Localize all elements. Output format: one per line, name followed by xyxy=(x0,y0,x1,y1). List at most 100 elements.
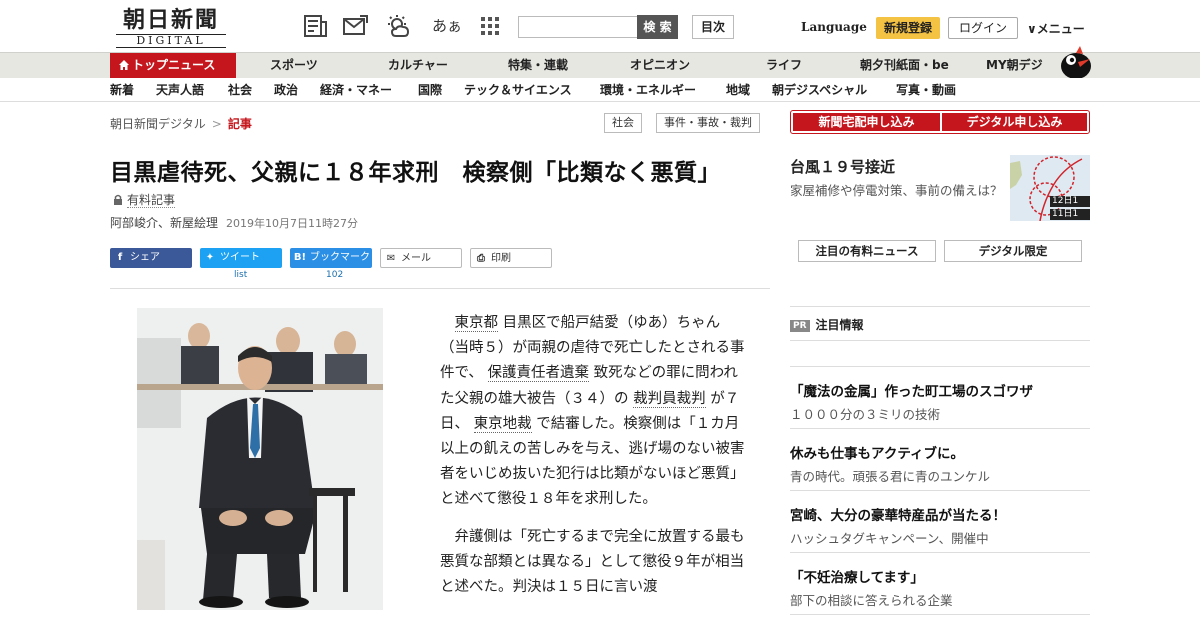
pr-item[interactable]: 「不妊治療してます」 部下の相談に答えられる企業 xyxy=(790,566,1090,609)
article-headline: 目黒虐待死、父親に１８年求刑 検察側「比類なく悪質」 xyxy=(110,160,721,186)
twitter-share-button[interactable]: ✦ ツイート xyxy=(200,248,282,268)
typhoon-headline[interactable]: 台風１９号接近 xyxy=(790,156,895,177)
courtroom-sketch-illustration[interactable] xyxy=(137,308,383,610)
tab-paid-news[interactable]: 注目の有料ニュース xyxy=(798,240,936,262)
sidebar-divider xyxy=(790,340,1090,341)
pr-item-desc: 部下の相談に答えられる企業 xyxy=(790,593,953,608)
pr-item[interactable]: 宮崎、大分の豪華特産品が当たる！ ハッシュタグキャンペーン、開催中 xyxy=(790,504,1090,547)
breadcrumb-home[interactable]: 朝日新聞デジタル xyxy=(110,117,206,131)
typhoon-map[interactable]: 12日1 11日1 xyxy=(1010,155,1090,221)
map-label-11: 11日1 xyxy=(1050,209,1090,220)
subnav-politics[interactable]: 政治 xyxy=(274,78,298,102)
sub-nav: 新着 天声人語 社会 政治 経済・マネー 国際 テック＆サイエンス 環境・エネル… xyxy=(0,78,1200,102)
subnav-economy[interactable]: 経済・マネー xyxy=(320,78,392,102)
subnav-photo-video[interactable]: 写真・動画 xyxy=(896,78,956,102)
mail-news-icon[interactable] xyxy=(342,14,368,38)
pr-item-title: 休みも仕事もアクティブに。 xyxy=(790,446,965,462)
link-hogo-sekininsha-iki[interactable]: 保護責任者遺棄 xyxy=(487,365,590,383)
tag-incident[interactable]: 事件・事故・裁判 xyxy=(656,113,760,133)
pr-item[interactable]: 「魔法の金属」作った町工場のスゴワザ １０００分の３ミリの技術 xyxy=(790,380,1090,423)
newspaper-subscribe-button[interactable]: 新聞宅配申し込み xyxy=(793,113,940,131)
paid-label-text[interactable]: 有料記事 xyxy=(127,193,176,208)
link-tokyo[interactable]: 東京都 xyxy=(454,315,498,332)
hatena-bookmark-button[interactable]: B! ブックマーク xyxy=(290,248,372,268)
nav-newspaper[interactable]: 朝夕刊紙面・be xyxy=(860,53,949,78)
subscription-box: 新聞宅配申し込み デジタル申し込み xyxy=(790,110,1090,134)
menu-button[interactable]: ∨メニュー xyxy=(1027,20,1085,37)
article-paragraph-2: 弁護側は「死亡するまで完全に放置する最も悪質な部類とは異なる」として懲役９年が相… xyxy=(440,528,745,596)
divider xyxy=(110,288,770,289)
site-header: 朝日新聞 DIGITAL あぁ 検 索 目次 Language 新規登録 ログイ… xyxy=(0,0,1200,52)
pr-heading: PR 注目情報 xyxy=(790,316,864,333)
subnav-latest[interactable]: 新着 xyxy=(110,78,134,102)
pr-item-title: 「魔法の金属」作った町工場のスゴワザ xyxy=(790,384,1033,400)
pr-item-desc: 青の時代。頑張る君に青のユンケル xyxy=(790,469,991,484)
twitter-bird-icon: ✦ xyxy=(205,252,215,263)
subnav-environment[interactable]: 環境・エネルギー xyxy=(600,78,696,102)
home-icon xyxy=(119,60,129,70)
pr-item-desc: １０００分の３ミリの技術 xyxy=(790,407,941,422)
sidebar-divider xyxy=(790,552,1090,553)
typhoon-description[interactable]: 家屋補修や停電対策、事前の備えは？ xyxy=(790,181,1005,200)
digital-subscribe-button[interactable]: デジタル申し込み xyxy=(942,113,1087,131)
sidebar-divider xyxy=(790,428,1090,429)
weather-icon[interactable] xyxy=(386,14,412,38)
print-button[interactable]: ⎙ 印刷 xyxy=(470,248,552,268)
logo-title: 朝日新聞 xyxy=(122,7,219,33)
asahi-digital-logo[interactable]: 朝日新聞 DIGITAL xyxy=(116,8,226,48)
link-tokyo-chisai[interactable]: 東京地裁 xyxy=(473,415,532,433)
search-input[interactable] xyxy=(518,16,638,38)
subnav-tech[interactable]: テック＆サイエンス xyxy=(464,78,572,102)
lock-icon xyxy=(114,194,122,205)
logo-subtitle: DIGITAL xyxy=(116,34,226,48)
article-paragraph-1: 東京都 目黒区で船戸結愛（ゆあ）ちゃん（当時５）が両親の虐待で死亡したとされる事… xyxy=(440,315,745,508)
printer-icon: ⎙ xyxy=(477,253,485,264)
mail-icon: ✉ xyxy=(386,253,396,264)
sidebar-divider xyxy=(790,366,1090,367)
breadcrumb-current: 記事 xyxy=(227,117,252,131)
nav-culture[interactable]: カルチャー xyxy=(388,53,448,78)
sidebar-divider xyxy=(790,490,1090,491)
nav-my-asadigi[interactable]: MY朝デジ xyxy=(986,53,1043,78)
subnav-region[interactable]: 地域 xyxy=(726,78,750,102)
nav-opinion[interactable]: オピニオン xyxy=(630,53,690,78)
mail-share-button[interactable]: ✉ メール xyxy=(380,248,462,268)
subnav-tenseijingo[interactable]: 天声人語 xyxy=(156,78,204,102)
tab-digital-limited[interactable]: デジタル限定 xyxy=(944,240,1082,262)
subnav-special[interactable]: 朝デジスペシャル xyxy=(772,78,867,102)
breadcrumb: 朝日新聞デジタル > 記事 xyxy=(110,115,252,132)
publish-date: 2019年10月7日11時27分 xyxy=(226,217,358,230)
byline: 阿部峻介、新屋絵理 2019年10月7日11時27分 xyxy=(110,214,358,231)
nav-life[interactable]: ライフ xyxy=(766,53,802,78)
login-button[interactable]: ログイン xyxy=(948,17,1018,39)
pr-item[interactable]: 休みも仕事もアクティブに。 青の時代。頑張る君に青のユンケル xyxy=(790,442,1090,485)
tag-society[interactable]: 社会 xyxy=(604,113,642,133)
facebook-share-button[interactable]: f シェア xyxy=(110,248,192,268)
paid-article-label: 有料記事 xyxy=(113,191,176,208)
newspaper-icon[interactable] xyxy=(302,14,328,38)
hatena-count[interactable]: 102 xyxy=(326,270,343,280)
index-button[interactable]: 目次 xyxy=(692,15,734,39)
mascot-bird-icon[interactable] xyxy=(1056,42,1094,80)
nav-features[interactable]: 特集・連載 xyxy=(508,53,568,78)
breadcrumb-separator: > xyxy=(211,117,222,131)
language-link[interactable]: Language xyxy=(801,20,867,34)
nav-label: トップニュース xyxy=(132,58,216,72)
pr-item-title: 「不妊治療してます」 xyxy=(790,570,924,586)
map-label-12: 12日1 xyxy=(1050,196,1090,207)
subnav-society[interactable]: 社会 xyxy=(228,78,252,102)
twitter-count[interactable]: list xyxy=(234,270,247,280)
pr-badge: PR xyxy=(790,320,810,332)
font-size-icon[interactable]: あぁ xyxy=(432,14,462,38)
link-saibanin-saiban[interactable]: 裁判員裁判 xyxy=(633,390,706,408)
sidebar-divider xyxy=(790,306,1090,307)
nav-sports[interactable]: スポーツ xyxy=(270,53,318,78)
subnav-international[interactable]: 国際 xyxy=(418,78,442,102)
facebook-icon: f xyxy=(117,252,123,263)
authors: 阿部峻介、新屋絵理 xyxy=(110,216,219,230)
search-button[interactable]: 検 索 xyxy=(637,15,678,39)
signup-button[interactable]: 新規登録 xyxy=(876,17,940,39)
grid-apps-icon[interactable] xyxy=(478,14,504,38)
nav-top-news[interactable]: トップニュース xyxy=(110,53,236,78)
pr-item-title: 宮崎、大分の豪華特産品が当たる！ xyxy=(790,508,1006,524)
